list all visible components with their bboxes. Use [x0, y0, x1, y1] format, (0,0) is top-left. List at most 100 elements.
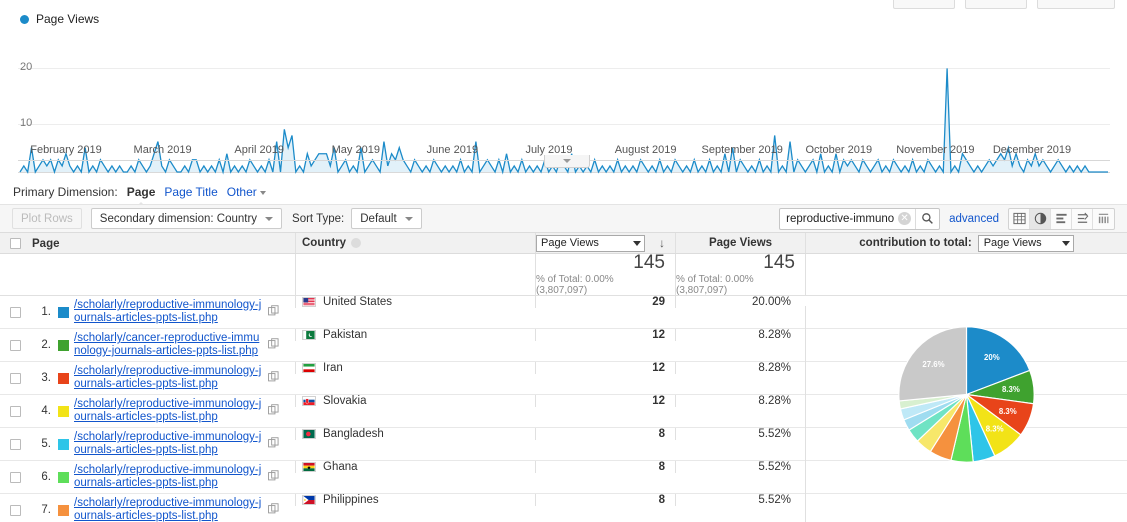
open-in-new-icon[interactable]	[268, 404, 279, 418]
pivot-view-icon[interactable]	[1093, 209, 1114, 229]
chevron-down-icon	[265, 217, 273, 221]
advanced-link[interactable]: advanced	[949, 213, 999, 225]
row-percent-cell: 8.28%	[675, 362, 805, 374]
row-checkbox[interactable]	[10, 505, 21, 516]
legend-label: Page Views	[36, 12, 99, 26]
row-page-views-value: 8	[536, 428, 665, 440]
contribution-label: contribution to total:	[859, 237, 971, 249]
open-in-new-icon[interactable]	[268, 305, 279, 319]
row-select-cell[interactable]	[0, 329, 30, 361]
row-percent-value: 8.28%	[676, 362, 805, 374]
legend-color-dot	[20, 15, 29, 24]
summary-row: 145 % of Total: 0.00% (3,807,097) 145 % …	[0, 254, 1127, 296]
x-axis-label: November 2019	[896, 144, 974, 156]
row-select-cell[interactable]	[0, 395, 30, 427]
row-url-wrap: /scholarly/reproductive-immunology-journ…	[74, 398, 295, 424]
sort-metric-select[interactable]: Page Views	[536, 235, 645, 252]
pie-view-icon[interactable]	[1030, 209, 1051, 229]
open-in-new-icon[interactable]	[268, 437, 279, 451]
row-page-views-cell: 12	[535, 395, 675, 407]
row-checkbox[interactable]	[10, 340, 21, 351]
row-page-link[interactable]: /scholarly/reproductive-immunology-journ…	[74, 299, 264, 325]
primary-dimension-other-label: Other	[227, 185, 257, 199]
row-checkbox[interactable]	[10, 406, 21, 417]
open-in-new-icon[interactable]	[268, 371, 279, 385]
flag-icon	[302, 396, 316, 406]
row-page-link[interactable]: /scholarly/reproductive-immunology-journ…	[74, 431, 264, 457]
chevron-down-icon	[260, 191, 266, 195]
row-select-cell[interactable]	[0, 494, 30, 522]
row-percent-cell: 8.28%	[675, 395, 805, 407]
primary-dimension-page[interactable]: Page	[127, 185, 156, 199]
pie-slice-label: 27.6%	[922, 360, 944, 369]
row-percent-cell: 5.52%	[675, 494, 805, 506]
row-checkbox[interactable]	[10, 472, 21, 483]
select-all-checkbox[interactable]	[10, 238, 21, 249]
search-button[interactable]	[915, 209, 939, 229]
header-page[interactable]: Page	[30, 236, 295, 250]
plot-rows-button[interactable]: Plot Rows	[12, 208, 82, 229]
chart-legend[interactable]: Page Views	[20, 12, 99, 26]
data-table: Page Country Page Views ↓ Page Views con…	[0, 232, 1127, 522]
row-page-cell: 5./scholarly/reproductive-immunology-jou…	[30, 428, 295, 460]
row-index: 3.	[32, 372, 58, 384]
row-page-views-value: 8	[536, 461, 665, 473]
remove-dimension-icon[interactable]	[351, 238, 361, 248]
row-country-cell: United States	[295, 296, 535, 308]
header-country[interactable]: Country	[295, 233, 535, 253]
row-index: 7.	[32, 504, 58, 516]
summary-metric-1-value: 145	[633, 253, 665, 273]
secondary-dimension-button[interactable]: Secondary dimension: Country	[91, 208, 282, 229]
row-page-views-cell: 8	[535, 461, 675, 473]
row-page-link[interactable]: /scholarly/reproductive-immunology-journ…	[74, 365, 264, 391]
performance-view-icon[interactable]	[1051, 209, 1072, 229]
chevron-down-icon	[633, 241, 641, 246]
row-select-cell[interactable]	[0, 362, 30, 394]
row-url-wrap: /scholarly/reproductive-immunology-journ…	[74, 431, 295, 457]
flag-icon	[302, 462, 316, 472]
sort-type-button[interactable]: Default	[351, 208, 421, 229]
select-all-cell[interactable]	[0, 238, 30, 249]
open-in-new-icon[interactable]	[268, 503, 279, 517]
comparison-view-icon[interactable]	[1072, 209, 1093, 229]
row-page-link[interactable]: /scholarly/reproductive-immunology-journ…	[74, 464, 264, 490]
header-contribution: contribution to total: Page Views	[805, 233, 1127, 253]
chart-scrubber-tab[interactable]	[544, 155, 590, 168]
search-box[interactable]: ✕	[779, 208, 940, 230]
table-controls-bar: Plot Rows Secondary dimension: Country S…	[0, 204, 1127, 232]
search-input[interactable]	[780, 209, 898, 229]
row-page-views-value: 8	[536, 494, 665, 506]
row-page-link[interactable]: /scholarly/cancer-reproductive-immunolog…	[74, 332, 264, 358]
summary-metric-2-sub: % of Total: 0.00% (3,807,097)	[676, 274, 795, 296]
row-page-cell: 4. /scholarly/reproductive-immunology-jou…	[30, 395, 295, 427]
row-percent-value: 5.52%	[676, 461, 805, 473]
row-checkbox[interactable]	[10, 307, 21, 318]
primary-dimension-label: Primary Dimension:	[13, 185, 118, 199]
sort-direction-icon[interactable]: ↓	[659, 236, 665, 250]
row-percent-cell: 5.52%	[675, 461, 805, 473]
row-page-link[interactable]: /scholarly/reproductive-immunology-journ…	[74, 398, 264, 424]
header-page-views[interactable]: Page Views	[675, 233, 805, 253]
row-index: 4.	[32, 405, 58, 417]
row-select-cell[interactable]	[0, 428, 30, 460]
row-checkbox[interactable]	[10, 373, 21, 384]
row-page-views-value: 12	[536, 362, 665, 374]
open-in-new-icon[interactable]	[268, 470, 279, 484]
header-country-label: Country	[302, 237, 346, 249]
row-select-cell[interactable]	[0, 461, 30, 493]
summary-metric-1-sub: % of Total: 0.00% (3,807,097)	[536, 274, 665, 296]
row-country-name: Pakistan	[323, 329, 367, 341]
table-view-icon[interactable]	[1009, 209, 1030, 229]
row-select-cell[interactable]	[0, 296, 30, 328]
pie-chart-svg[interactable]: 20%8.3%8.3%8.3%27.6%	[884, 312, 1049, 477]
row-checkbox[interactable]	[10, 439, 21, 450]
open-in-new-icon[interactable]	[268, 338, 279, 352]
row-page-link[interactable]: /scholarly/reproductive-immunology-journ…	[74, 497, 264, 522]
x-axis-label: May 2019	[332, 144, 380, 156]
contribution-select[interactable]: Page Views	[978, 235, 1074, 252]
primary-dimension-other[interactable]: Other	[227, 185, 266, 199]
summary-metric-2-value: 145	[763, 253, 795, 273]
primary-dimension-page-title[interactable]: Page Title	[164, 185, 217, 199]
row-page-views-cell: 8	[535, 494, 675, 506]
clear-search-icon[interactable]: ✕	[898, 212, 911, 225]
